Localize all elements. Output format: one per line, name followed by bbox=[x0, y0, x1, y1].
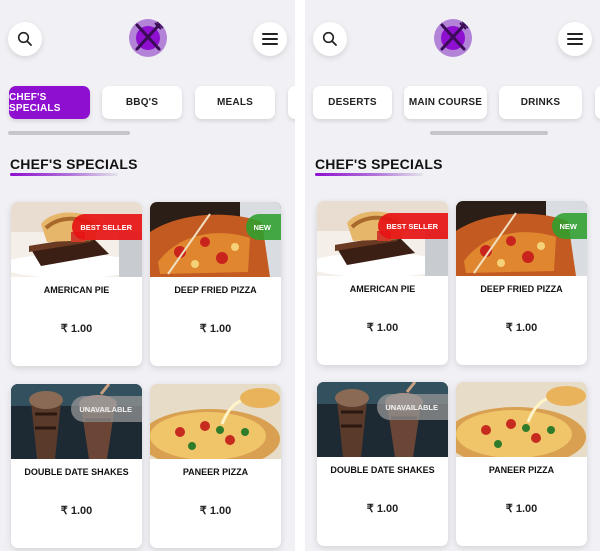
category-tabs: CHEF'S SPECIALS BBQ'S MEALS bbox=[8, 86, 295, 120]
tab-main-course[interactable]: MAIN COURSE bbox=[404, 86, 487, 119]
item-price: ₹ 1.00 bbox=[366, 503, 399, 515]
top-bar bbox=[0, 0, 295, 80]
menu-item-card[interactable]: NEW DEEP FRIED PIZZA ₹ 1.00 bbox=[150, 202, 281, 366]
search-button[interactable] bbox=[313, 22, 347, 56]
category-tabs: DESERTS MAIN COURSE DRINKS bbox=[313, 86, 600, 120]
search-icon bbox=[322, 31, 337, 46]
item-name: DEEP FRIED PIZZA bbox=[480, 284, 563, 294]
section-underline bbox=[10, 173, 118, 176]
menu-item-card[interactable]: BEST SELLER AMERICAN PIE ₹ 1.00 bbox=[317, 201, 448, 365]
menu-item-card[interactable]: NEW DEEP FRIED PIZZA ₹ 1.00 bbox=[456, 201, 587, 365]
item-price: ₹ 1.00 bbox=[199, 505, 232, 517]
new-badge: NEW bbox=[551, 213, 587, 239]
tab-drinks[interactable]: DRINKS bbox=[499, 86, 582, 119]
item-price: ₹ 1.00 bbox=[366, 322, 399, 334]
tab-deserts[interactable]: DESERTS bbox=[313, 86, 392, 119]
menu-button[interactable] bbox=[253, 22, 287, 56]
menu-item-card[interactable]: BEST SELLER AMERICAN PIE ₹ 1.00 bbox=[11, 202, 142, 366]
tabs-scrollbar[interactable] bbox=[8, 131, 130, 135]
crossed-fork-knife-logo bbox=[128, 19, 167, 57]
item-price: ₹ 1.00 bbox=[505, 322, 538, 334]
tab-partial[interactable] bbox=[595, 86, 600, 119]
search-icon bbox=[17, 31, 32, 46]
item-name: DEEP FRIED PIZZA bbox=[174, 285, 257, 295]
item-name: AMERICAN PIE bbox=[43, 285, 110, 295]
item-name: DOUBLE DATE SHAKES bbox=[24, 467, 129, 477]
unavailable-badge: UNAVAILABLE bbox=[71, 396, 142, 422]
hamburger-menu-icon bbox=[567, 33, 583, 45]
paneer-pizza-image bbox=[456, 382, 587, 457]
item-price: ₹ 1.00 bbox=[60, 505, 93, 517]
menu-item-card[interactable]: UNAVAILABLE DOUBLE DATE SHAKES ₹ 1.00 bbox=[11, 384, 142, 548]
menu-item-card[interactable]: PANEER PIZZA ₹ 1.00 bbox=[456, 382, 587, 546]
search-button[interactable] bbox=[8, 22, 42, 56]
item-price: ₹ 1.00 bbox=[60, 323, 93, 335]
section-title: CHEF'S SPECIALS bbox=[315, 156, 443, 172]
item-name: PANEER PIZZA bbox=[488, 465, 555, 475]
section-title: CHEF'S SPECIALS bbox=[10, 156, 138, 172]
paneer-pizza-image bbox=[150, 384, 281, 459]
best-seller-badge: BEST SELLER bbox=[378, 213, 448, 239]
item-price: ₹ 1.00 bbox=[199, 323, 232, 335]
left-screen: CHEF'S SPECIALS BBQ'S MEALS CHEF'S SPECI… bbox=[0, 0, 295, 551]
menu-button[interactable] bbox=[558, 22, 592, 56]
tab-bbqs[interactable]: BBQ'S bbox=[102, 86, 182, 119]
right-screen: DESERTS MAIN COURSE DRINKS CHEF'S SPECIA… bbox=[305, 0, 600, 551]
tab-partial[interactable] bbox=[288, 86, 295, 119]
tab-meals[interactable]: MEALS bbox=[195, 86, 275, 119]
hamburger-menu-icon bbox=[262, 33, 278, 45]
best-seller-badge: BEST SELLER bbox=[72, 214, 142, 240]
item-name: AMERICAN PIE bbox=[349, 284, 416, 294]
screen-divider bbox=[295, 0, 305, 551]
menu-item-card[interactable]: UNAVAILABLE DOUBLE DATE SHAKES ₹ 1.00 bbox=[317, 382, 448, 546]
item-price: ₹ 1.00 bbox=[505, 503, 538, 515]
item-name: DOUBLE DATE SHAKES bbox=[330, 465, 435, 475]
tabs-scrollbar[interactable] bbox=[430, 131, 548, 135]
menu-item-card[interactable]: PANEER PIZZA ₹ 1.00 bbox=[150, 384, 281, 548]
section-underline bbox=[315, 173, 423, 176]
unavailable-badge: UNAVAILABLE bbox=[377, 394, 448, 420]
crossed-fork-knife-logo bbox=[433, 19, 472, 57]
tab-chefs-specials[interactable]: CHEF'S SPECIALS bbox=[9, 86, 90, 119]
new-badge: NEW bbox=[245, 214, 281, 240]
item-name: PANEER PIZZA bbox=[182, 467, 249, 477]
top-bar bbox=[305, 0, 600, 80]
